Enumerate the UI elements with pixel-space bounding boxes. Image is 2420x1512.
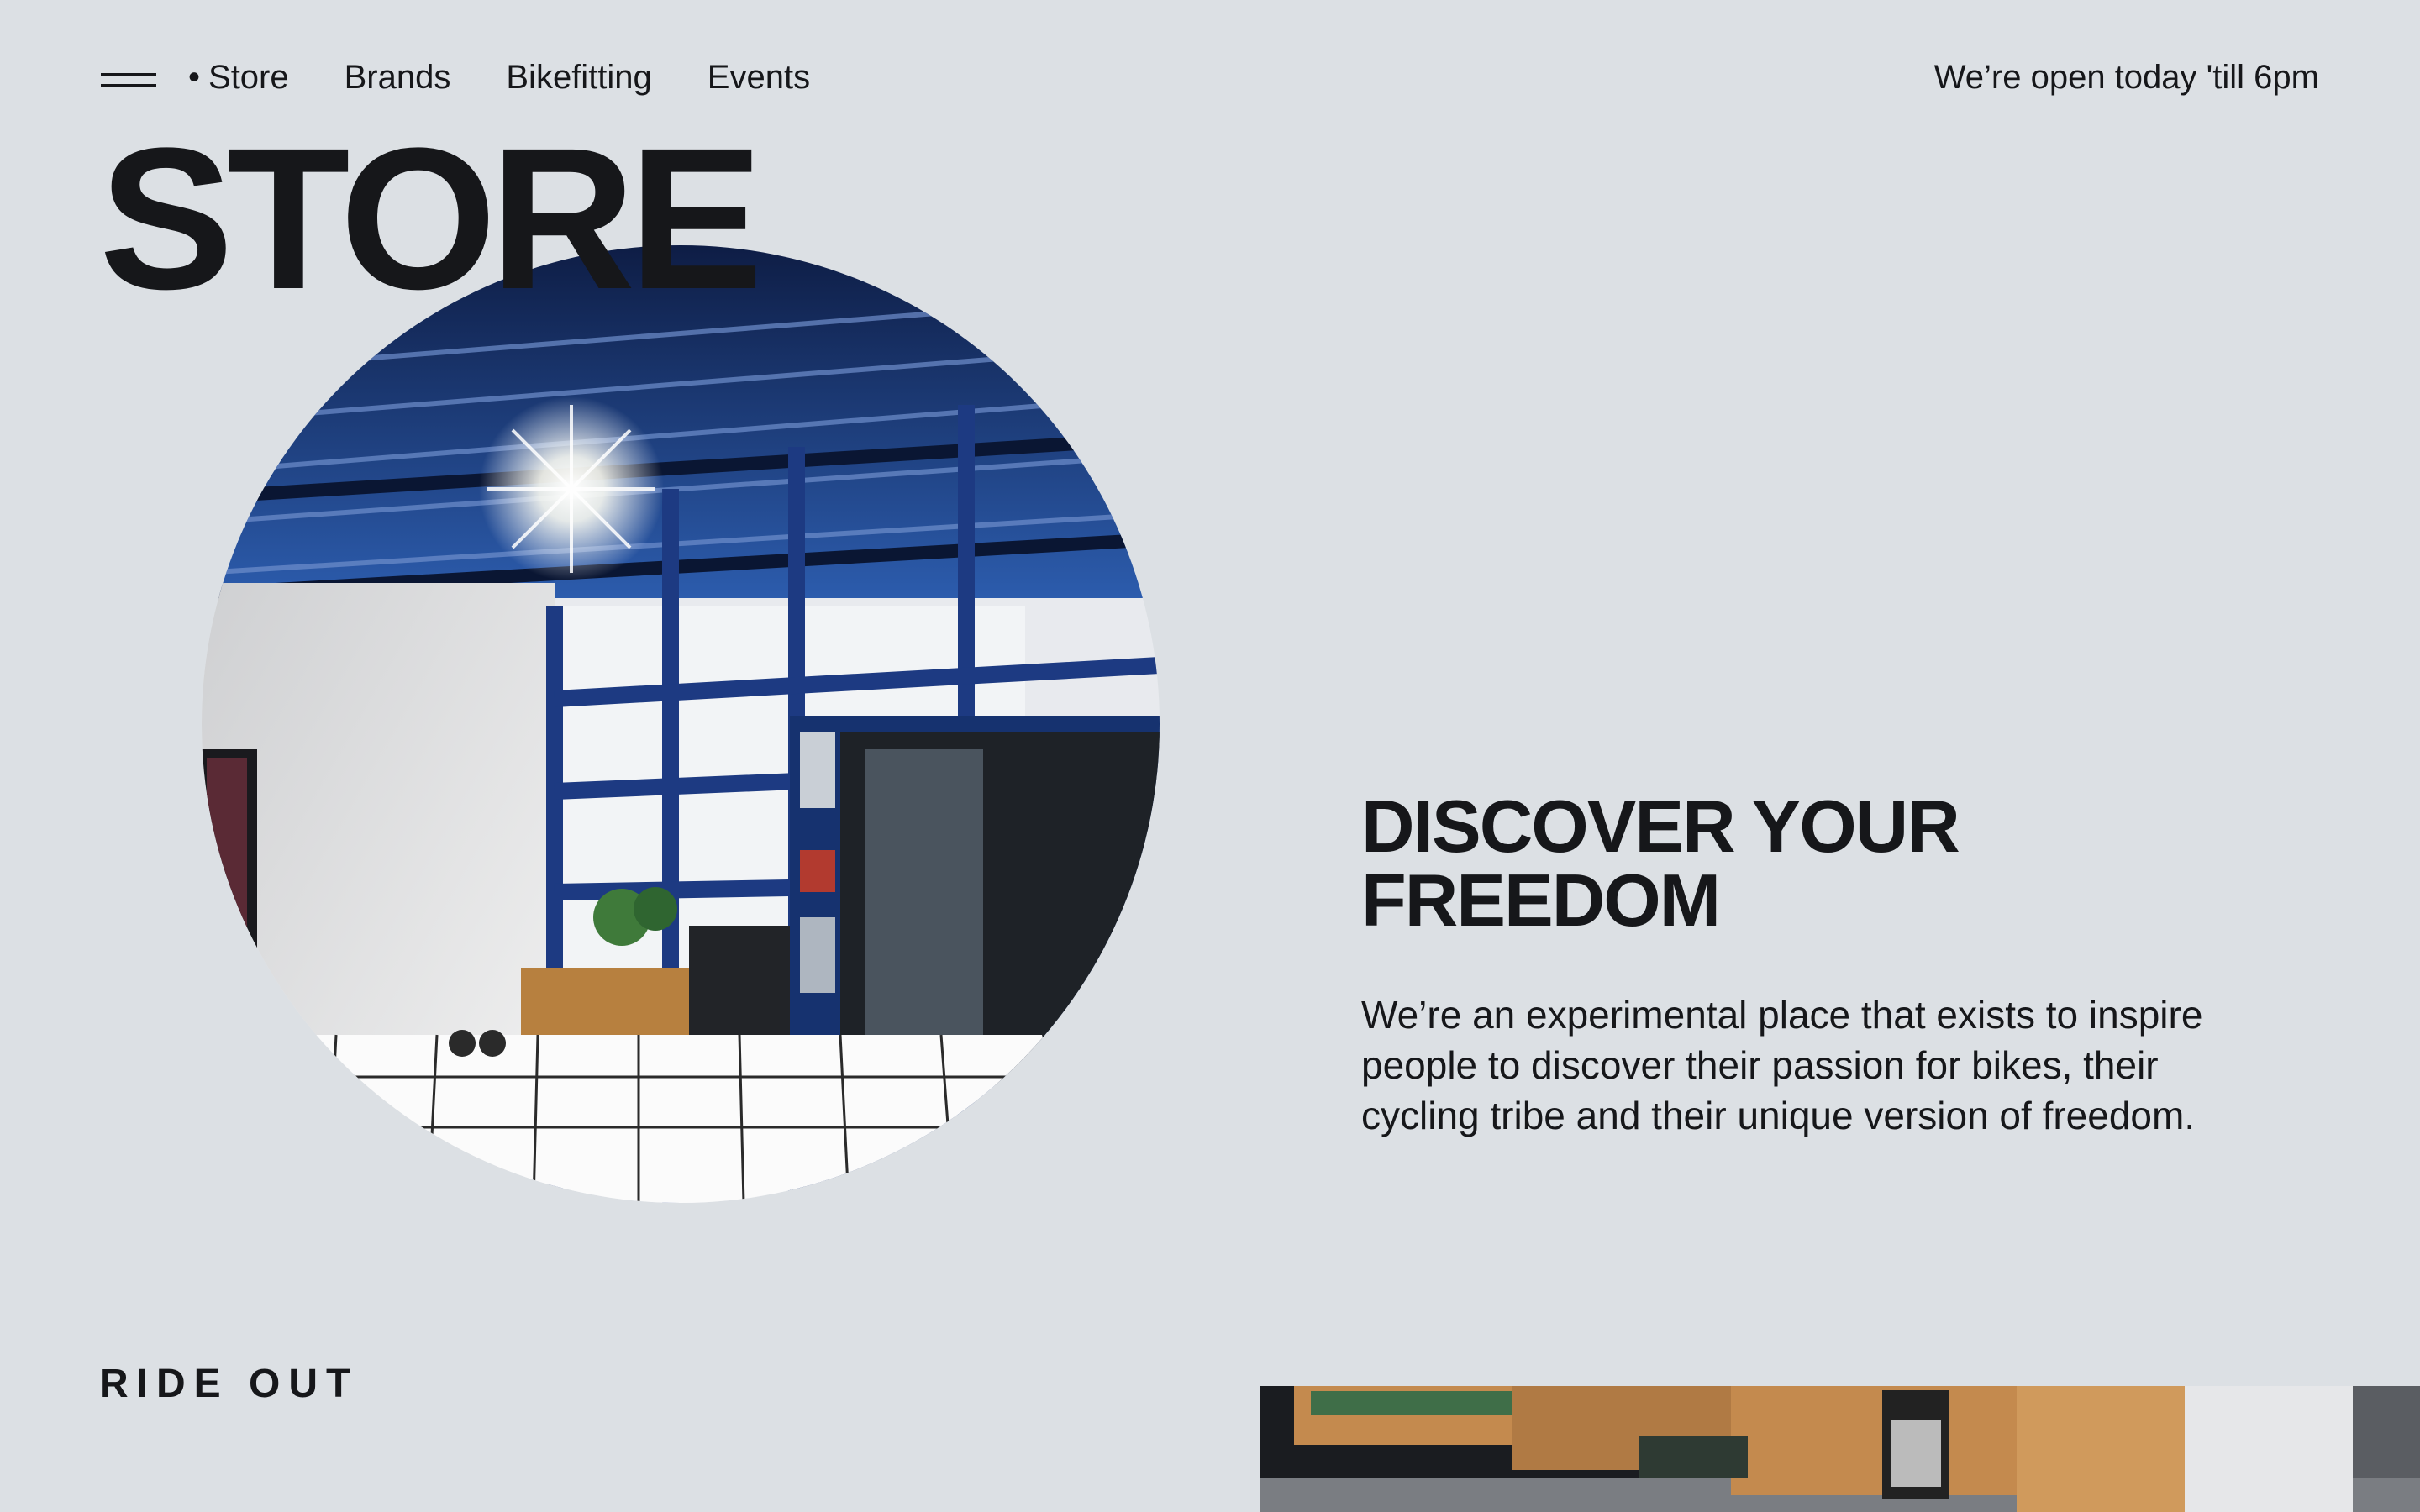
hero-headline-line-2: FREEDOM bbox=[1361, 858, 1721, 942]
hamburger-menu-icon[interactable] bbox=[101, 67, 156, 89]
main-nav: Store Brands Bikefitting Events bbox=[101, 59, 865, 97]
hero-description: We’re an experimental place that exists … bbox=[1361, 993, 2203, 1137]
nav-item-store[interactable]: Store bbox=[188, 59, 289, 97]
nav-item-brands[interactable]: Brands bbox=[345, 59, 451, 97]
page-title: STORE bbox=[99, 106, 763, 331]
store-shelf-photo bbox=[1260, 1386, 2420, 1512]
store-interior-photo bbox=[202, 245, 1160, 1203]
opening-hours-text: We’re open today 'till 6pm bbox=[1933, 59, 2319, 96]
nav-item-events[interactable]: Events bbox=[708, 59, 810, 97]
nav-item-bikefitting[interactable]: Bikefitting bbox=[506, 59, 651, 97]
hero-headline-line-1: DISCOVER YOUR bbox=[1361, 785, 1960, 868]
section-label-ride-out: RIDE OUT bbox=[99, 1362, 360, 1406]
hero-headline: DISCOVER YOUR FREEDOM bbox=[1361, 790, 2033, 937]
